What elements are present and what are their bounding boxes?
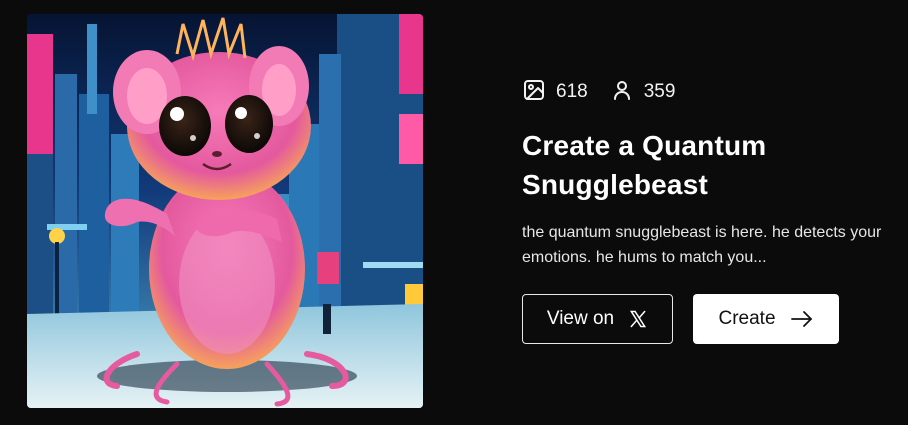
create-label: Create xyxy=(718,308,776,329)
arrow-right-icon xyxy=(790,309,814,329)
action-buttons: View on Create xyxy=(522,294,839,344)
x-logo-icon xyxy=(628,309,648,329)
card-title: Create a Quantum Snugglebeast xyxy=(522,130,767,200)
hero-image[interactable] xyxy=(27,14,423,408)
stats-row: 618 359 xyxy=(522,78,902,106)
card-info: 618 359 Create a Quantum Snugglebeast th… xyxy=(522,78,902,270)
creature-illustration xyxy=(27,14,423,408)
view-on-label: View on xyxy=(546,308,615,329)
users-count: 359 xyxy=(643,81,676,102)
user-icon xyxy=(610,78,634,107)
card-description: the quantum snugglebeast is here. he det… xyxy=(522,224,882,266)
users-stat: 359 xyxy=(610,78,676,107)
images-count: 618 xyxy=(556,81,588,102)
view-on-x-button[interactable]: View on xyxy=(522,294,673,344)
images-stat: 618 xyxy=(522,78,588,107)
create-button[interactable]: Create xyxy=(693,294,839,344)
image-icon xyxy=(522,78,546,107)
